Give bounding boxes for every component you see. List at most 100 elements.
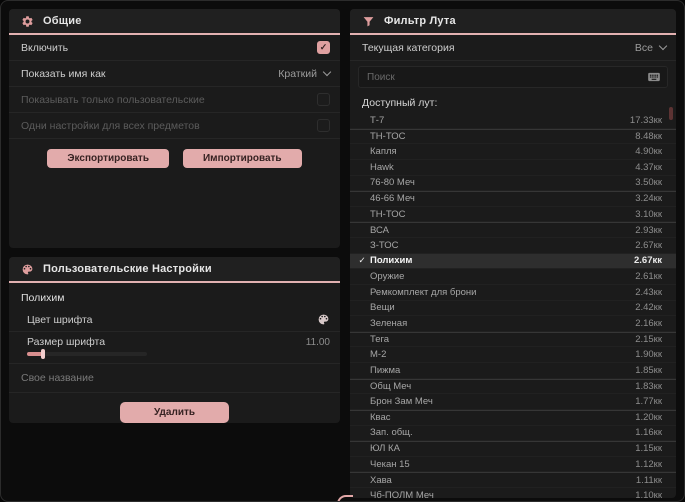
palette-icon [21, 263, 34, 276]
loot-item-count: 3.10кк [635, 208, 662, 220]
loot-item-name: ВСА [370, 224, 390, 236]
list-item[interactable]: Хава 1.11кк [350, 472, 676, 488]
loot-item-count: 4.90кк [635, 146, 662, 158]
export-import-row: Экспортировать Импортировать [9, 139, 340, 168]
category-dropdown[interactable]: Все [634, 41, 668, 54]
funnel-icon [362, 15, 375, 28]
font-size-slider[interactable] [27, 349, 147, 359]
list-item[interactable]: Оружие 2.61кк [350, 269, 676, 285]
list-item[interactable]: Зап. общ. 1.16кк [350, 426, 676, 442]
general-panel: Общие Включить ✓ Показать имя как Кратки… [9, 9, 340, 248]
list-item[interactable]: Капля 4.90кк [350, 144, 676, 160]
delete-row: Удалить [9, 393, 340, 423]
loot-item-name: Т-7 [370, 114, 385, 126]
custom-name-row [9, 364, 340, 393]
loot-item-count: 17.33кк [629, 114, 662, 126]
loot-item-name: Хава [370, 474, 392, 486]
hidden-panel-corner [337, 495, 353, 501]
name-display-label: Показать имя как [21, 67, 106, 80]
only-custom-checkbox[interactable] [317, 93, 330, 106]
list-item[interactable]: Чб-ПОЛМ Меч 1.10кк [350, 488, 676, 498]
list-item[interactable]: Тега 2.15кк [350, 331, 676, 348]
loot-item-name: Ремкомплект для брони [370, 286, 477, 298]
general-panel-header: Общие [9, 9, 340, 33]
right-column: Фильтр Лута Текущая категория Все Доступ… [350, 9, 676, 498]
name-display-row: Показать имя как Краткий [9, 61, 340, 87]
list-item[interactable]: 46-66 Меч 3.24кк [350, 191, 676, 207]
loot-item-name: Зеленая [370, 317, 408, 329]
user-settings-title: Пользовательские Настройки [43, 263, 212, 275]
loot-item-count: 3.24кк [635, 193, 662, 205]
list-item[interactable]: Общ Меч 1.83кк [350, 378, 676, 395]
loot-item-name: Оружие [370, 271, 405, 283]
delete-button[interactable]: Удалить [119, 402, 230, 423]
loot-item-count: 1.83кк [635, 380, 662, 392]
list-item[interactable]: ✓ Полихим 2.67кк [350, 253, 676, 270]
list-item[interactable]: ЮЛ КА 1.15кк [350, 441, 676, 457]
list-item[interactable]: Пижма 1.85кк [350, 363, 676, 379]
selected-item-name: Полихим [21, 292, 65, 304]
loot-item-name: Hawk [370, 161, 394, 173]
list-item[interactable]: Зеленая 2.16кк [350, 316, 676, 332]
list-item[interactable]: Ремкомплект для брони 2.43кк [350, 285, 676, 301]
font-size-value: 11.00 [305, 336, 330, 348]
list-item[interactable]: Брон Зам Меч 1.77кк [350, 394, 676, 410]
loot-item-count: 1.77кк [635, 396, 662, 408]
loot-item-count: 1.12кк [635, 458, 662, 470]
loot-filter-window: Общие Включить ✓ Показать имя как Кратки… [0, 0, 685, 502]
font-size-slider-handle[interactable] [40, 349, 45, 359]
list-item[interactable]: Т-7 17.33кк [350, 113, 676, 129]
loot-item-count: 1.85кк [635, 364, 662, 376]
list-item[interactable]: 76-80 Меч 3.50кк [350, 176, 676, 192]
loot-item-count: 1.90кк [635, 349, 662, 361]
loot-item-name: Общ Меч [370, 380, 412, 392]
list-item[interactable]: ВСА 2.93кк [350, 222, 676, 238]
list-item[interactable]: Hawk 4.37кк [350, 160, 676, 176]
loot-item-count: 2.67кк [634, 255, 662, 267]
list-item[interactable]: Вещи 2.42кк [350, 301, 676, 317]
list-item[interactable]: Квас 1.20кк [350, 409, 676, 426]
scrollbar-thumb[interactable] [669, 107, 673, 120]
custom-name-input[interactable] [9, 364, 340, 392]
list-item[interactable]: ТН-ТОС 3.10кк [350, 207, 676, 223]
font-color-label: Цвет шрифта [27, 313, 93, 326]
list-item[interactable]: М-2 1.90кк [350, 347, 676, 363]
selected-check-icon: ✓ [358, 255, 366, 266]
loot-item-name: Брон Зам Меч [370, 396, 433, 408]
list-item[interactable]: ТН-ТОС 8.48кк [350, 128, 676, 145]
loot-item-count: 1.15кк [635, 443, 662, 455]
name-display-dropdown[interactable]: Краткий [278, 67, 332, 80]
same-settings-checkbox[interactable] [317, 119, 330, 132]
font-size-section: Размер шрифта 11.00 [9, 332, 340, 364]
loot-item-name: Чб-ПОЛМ Меч [370, 489, 434, 498]
list-item[interactable]: З-ТОС 2.67кк [350, 238, 676, 254]
search-input[interactable] [367, 71, 647, 83]
loot-item-count: 2.15кк [635, 334, 662, 346]
left-column: Общие Включить ✓ Показать имя как Кратки… [9, 9, 340, 493]
import-button[interactable]: Импортировать [182, 149, 302, 168]
loot-item-name: Тега [370, 334, 390, 346]
export-button[interactable]: Экспортировать [47, 149, 169, 168]
same-settings-row: Одни настройки для всех предметов [9, 113, 340, 139]
user-settings-panel: Пользовательские Настройки Полихим Цвет … [9, 257, 340, 423]
chevron-down-icon [658, 41, 668, 51]
loot-item-name: Чекан 15 [370, 458, 410, 470]
category-value: Все [634, 41, 653, 54]
loot-item-count: 3.50кк [635, 177, 662, 189]
loot-item-name: З-ТОС [370, 239, 399, 251]
available-loot-label: Доступный лут: [362, 97, 438, 109]
chevron-down-icon [322, 67, 332, 77]
enable-checkbox[interactable]: ✓ [317, 41, 330, 54]
only-custom-row: Показывать только пользовательские [9, 87, 340, 113]
loot-item-name: Полихим [370, 255, 413, 267]
loot-item-name: Пижма [370, 364, 401, 376]
color-picker-icon[interactable] [317, 313, 330, 326]
loot-item-name: ТН-ТОС [370, 130, 406, 142]
only-custom-label: Показывать только пользовательские [21, 93, 205, 106]
loot-item-count: 4.37кк [635, 161, 662, 173]
keyboard-icon[interactable] [647, 70, 661, 84]
gear-icon [21, 15, 34, 28]
loot-item-count: 2.93кк [635, 224, 662, 236]
list-item[interactable]: Чекан 15 1.12кк [350, 457, 676, 473]
enable-label: Включить [21, 41, 69, 54]
